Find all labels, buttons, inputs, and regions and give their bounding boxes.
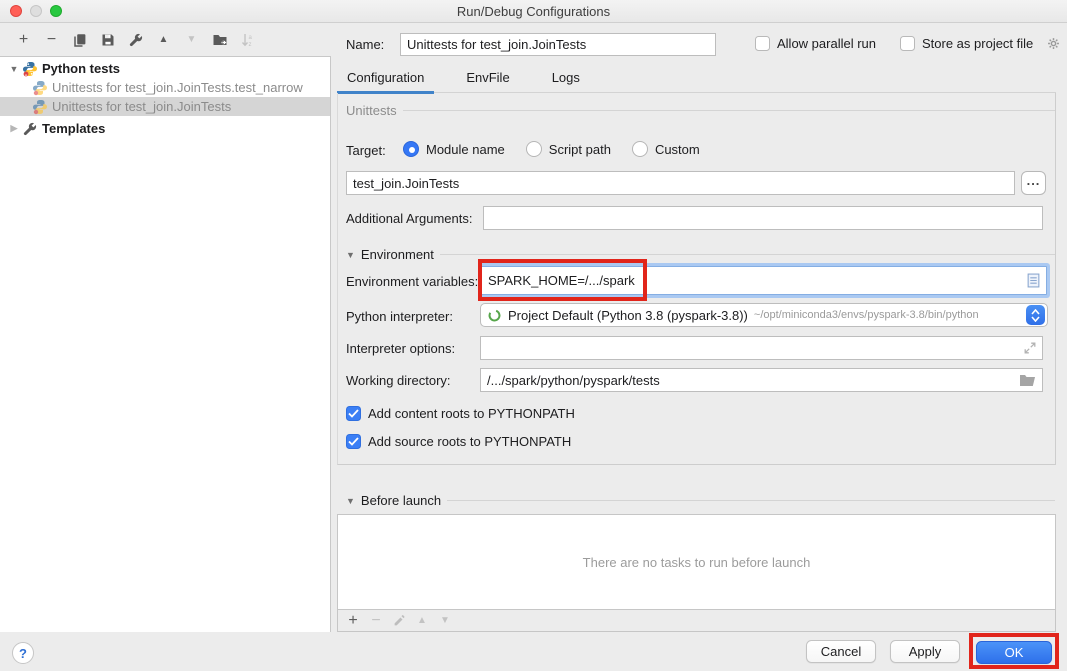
gear-icon[interactable] xyxy=(1046,36,1061,51)
name-input[interactable]: Unittests for test_join.JoinTests xyxy=(400,33,716,56)
add-configuration-button[interactable]: + xyxy=(15,31,32,48)
expand-icon[interactable]: ▶ xyxy=(8,123,20,134)
svg-text:z: z xyxy=(248,42,251,48)
add-source-roots-checkbox[interactable]: Add source roots to PYTHONPATH xyxy=(346,434,571,449)
remove-task-button: − xyxy=(369,614,383,628)
python-interpreter-label: Python interpreter: xyxy=(346,309,453,324)
module-name-input[interactable]: test_join.JoinTests xyxy=(346,171,1015,195)
templates-wrench-icon xyxy=(22,121,38,137)
unittests-group-title: Unittests xyxy=(346,103,397,118)
folder-icon[interactable] xyxy=(1019,374,1036,387)
tree-item-label: Templates xyxy=(42,121,105,136)
before-launch-group-title: Before launch xyxy=(361,493,441,508)
config-tabs: Configuration EnvFile Logs xyxy=(337,66,1056,93)
window-title: Run/Debug Configurations xyxy=(0,4,1067,19)
before-launch-task-box: There are no tasks to run before launch … xyxy=(337,514,1056,632)
apply-button[interactable]: Apply xyxy=(890,640,960,663)
tree-item-unittests-jointests[interactable]: Unittests for test_join.JoinTests xyxy=(0,97,330,116)
configurations-toolbar: + − ▲ ▼ az xyxy=(0,23,331,56)
add-task-button[interactable]: + xyxy=(346,614,360,628)
move-task-down-button: ▼ xyxy=(438,614,452,628)
target-options: Module name Script path Custom xyxy=(403,141,714,157)
help-button[interactable]: ? xyxy=(12,642,34,664)
task-toolbar: + − ▲ ▼ xyxy=(338,610,452,631)
unittests-group-header: Unittests xyxy=(346,103,1055,118)
tree-item-python-tests[interactable]: ▼ Python tests xyxy=(0,59,330,78)
tree-item-templates[interactable]: ▶ Templates xyxy=(0,119,330,138)
python-tests-icon xyxy=(22,61,38,77)
add-content-roots-checkbox[interactable]: Add content roots to PYTHONPATH xyxy=(346,406,575,421)
combo-stepper-icon[interactable] xyxy=(1026,305,1045,325)
interpreter-path: ~/opt/miniconda3/envs/pyspark-3.8/bin/py… xyxy=(754,309,1026,321)
move-down-button: ▼ xyxy=(183,31,200,48)
working-directory-input[interactable]: /.../spark/python/pyspark/tests xyxy=(480,368,1043,392)
environment-group-title: Environment xyxy=(361,247,434,262)
copy-configuration-icon[interactable] xyxy=(71,31,88,48)
interpreter-options-label: Interpreter options: xyxy=(346,341,455,356)
save-configuration-icon[interactable] xyxy=(99,31,116,48)
collapse-icon[interactable]: ▼ xyxy=(346,496,355,506)
store-as-project-file-checkbox[interactable]: Store as project file xyxy=(900,36,1061,51)
module-name-radio[interactable] xyxy=(403,141,419,157)
run-debug-configurations-dialog: Run/Debug Configurations + − ▲ ▼ az ▼ Py xyxy=(0,0,1067,671)
additional-arguments-label: Additional Arguments: xyxy=(346,211,472,226)
collapse-icon[interactable]: ▼ xyxy=(346,250,355,260)
interpreter-options-input[interactable] xyxy=(480,336,1043,360)
custom-radio[interactable] xyxy=(632,141,648,157)
python-config-icon xyxy=(32,99,48,115)
move-task-up-button: ▲ xyxy=(415,614,429,628)
name-label: Name: xyxy=(346,37,384,52)
target-label: Target: xyxy=(346,143,386,158)
move-up-button[interactable]: ▲ xyxy=(155,31,172,48)
edit-task-pencil-icon xyxy=(392,614,406,628)
title-bar: Run/Debug Configurations xyxy=(0,0,1067,23)
env-vars-browse-icon[interactable] xyxy=(1027,273,1040,288)
tree-item-label: Unittests for test_join.JoinTests.test_n… xyxy=(52,80,303,95)
additional-arguments-input[interactable] xyxy=(483,206,1043,230)
script-path-radio[interactable] xyxy=(526,141,542,157)
task-list: There are no tasks to run before launch xyxy=(338,515,1055,610)
expand-field-icon[interactable] xyxy=(1024,342,1036,354)
annotation-box-ok xyxy=(969,633,1059,669)
tab-logs[interactable]: Logs xyxy=(542,66,590,92)
conda-env-icon xyxy=(487,308,502,323)
new-folder-icon[interactable] xyxy=(211,31,228,48)
tab-configuration[interactable]: Configuration xyxy=(337,66,434,92)
environment-group-header[interactable]: ▼ Environment xyxy=(346,247,1055,262)
before-launch-group-header[interactable]: ▼ Before launch xyxy=(346,493,1055,508)
collapse-icon[interactable]: ▼ xyxy=(8,64,20,74)
checkbox-box[interactable] xyxy=(346,406,361,421)
cancel-button[interactable]: Cancel xyxy=(806,640,876,663)
allow-parallel-run-checkbox[interactable]: Allow parallel run xyxy=(755,36,876,51)
python-config-icon xyxy=(32,80,48,96)
checkbox-box[interactable] xyxy=(755,36,770,51)
svg-text:a: a xyxy=(248,35,252,41)
sort-az-icon: az xyxy=(239,31,256,48)
working-directory-label: Working directory: xyxy=(346,373,451,388)
python-interpreter-select[interactable]: Project Default (Python 3.8 (pyspark-3.8… xyxy=(480,303,1048,327)
tree-item-unittests-test-narrow[interactable]: Unittests for test_join.JoinTests.test_n… xyxy=(0,78,330,97)
before-launch-empty-text: There are no tasks to run before launch xyxy=(583,555,811,570)
checkbox-box[interactable] xyxy=(900,36,915,51)
browse-module-button[interactable]: ... xyxy=(1021,171,1046,195)
configurations-tree: ▼ Python tests Unittests for test_join.J… xyxy=(0,56,331,632)
tree-item-label: Unittests for test_join.JoinTests xyxy=(52,99,231,114)
tab-envfile[interactable]: EnvFile xyxy=(456,66,519,92)
environment-variables-label: Environment variables: xyxy=(346,274,478,289)
remove-configuration-button[interactable]: − xyxy=(43,31,60,48)
annotation-box-env-vars xyxy=(478,259,647,301)
tree-item-label: Python tests xyxy=(42,61,120,76)
edit-templates-wrench-icon[interactable] xyxy=(127,31,144,48)
checkbox-box[interactable] xyxy=(346,434,361,449)
